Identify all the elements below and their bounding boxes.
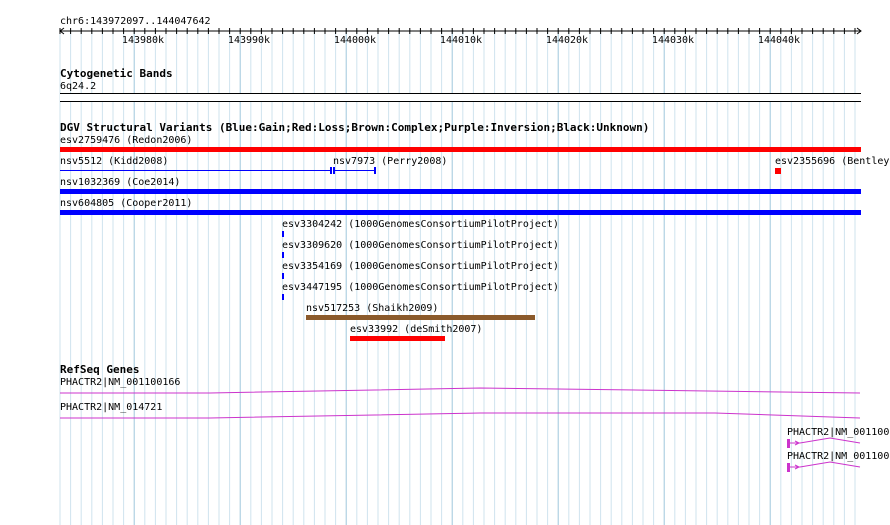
gene-model-intron [60, 412, 861, 419]
gene-model-exon [787, 439, 790, 448]
refseq-gene-models[interactable] [0, 0, 890, 525]
gene-model-intron [799, 437, 861, 444]
gene-model-exon [787, 463, 790, 472]
gene-model-intron [60, 387, 861, 394]
gene-model-intron [799, 461, 861, 468]
